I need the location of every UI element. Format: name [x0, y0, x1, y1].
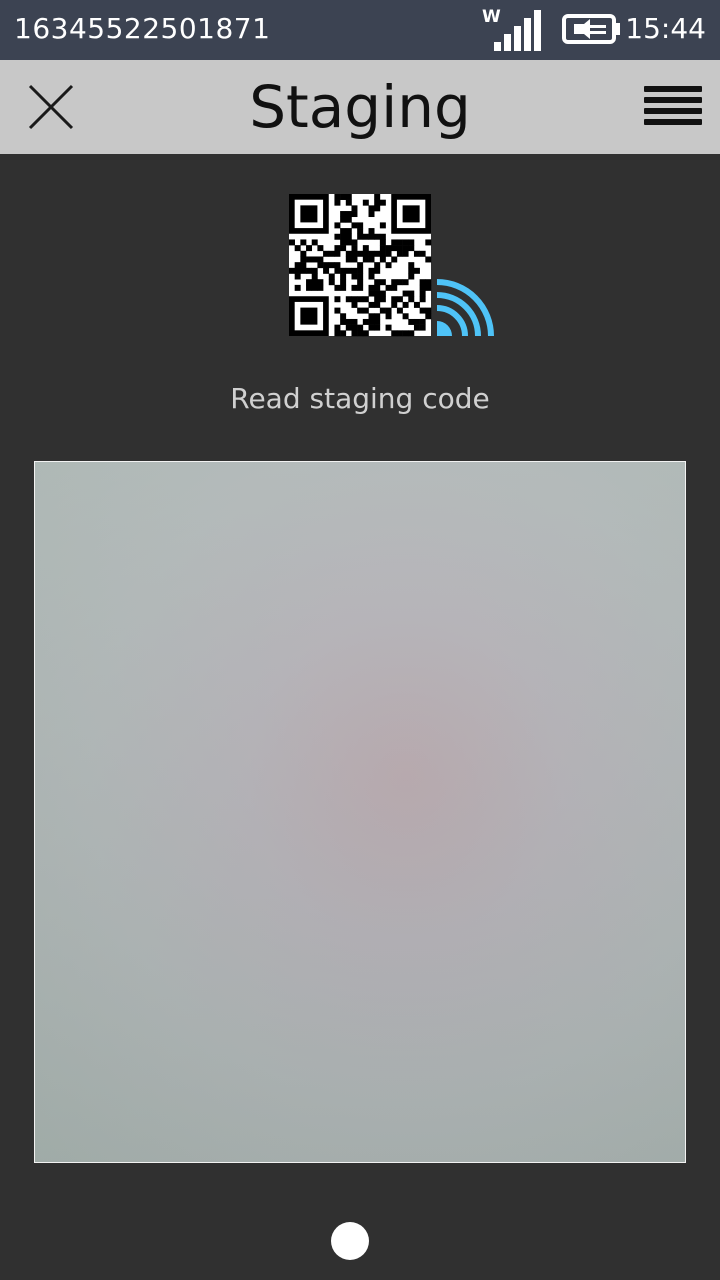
- clock: 15:44: [625, 12, 706, 45]
- battery-charging-icon: [562, 14, 620, 44]
- page-title: Staging: [249, 73, 471, 141]
- signal-bars-icon: W: [482, 7, 541, 51]
- title-bar: Staging: [0, 60, 720, 154]
- device-id: 16345522501871: [14, 12, 271, 45]
- status-bar: 16345522501871 W 15:44: [0, 0, 720, 60]
- camera-viewfinder[interactable]: [34, 461, 686, 1163]
- pager-dot-active: [331, 1222, 369, 1260]
- instruction-text: Read staging code: [230, 382, 490, 415]
- hamburger-menu-icon[interactable]: [640, 80, 706, 134]
- qr-code-wireless-icon: [289, 194, 494, 337]
- network-type-label: W: [482, 7, 501, 27]
